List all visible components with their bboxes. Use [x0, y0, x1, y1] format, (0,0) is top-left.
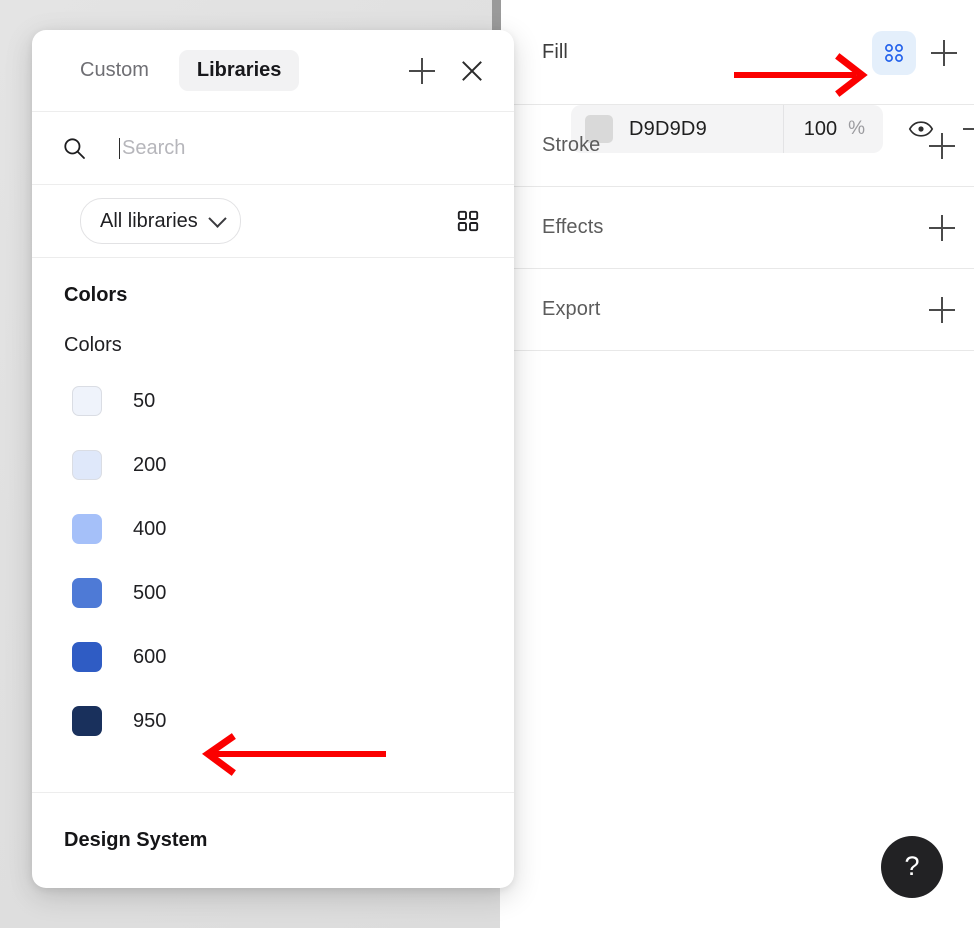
grid-view-icon [457, 210, 479, 232]
chevron-down-icon [208, 208, 227, 228]
section-fill: Fill D9D9D9 100 % [513, 0, 974, 153]
color-swatch-label: 400 [133, 517, 167, 540]
popover-header: Custom Libraries [32, 30, 514, 112]
search-placeholder: Search [122, 136, 186, 159]
fill-title: Fill [542, 41, 568, 63]
search-icon [64, 137, 85, 159]
search-input[interactable]: Search [87, 137, 514, 160]
color-swatch-label: 950 [133, 709, 167, 732]
tab-custom[interactable]: Custom [62, 50, 167, 91]
library-footer-title: Design System [64, 829, 208, 851]
section-stroke: Stroke [513, 105, 974, 187]
libraries-grid-icon [885, 43, 903, 62]
export-title: Export [542, 298, 601, 320]
library-filter-select[interactable]: All libraries [80, 198, 241, 244]
color-swatch[interactable] [72, 642, 102, 672]
plus-icon [929, 132, 955, 159]
library-group-title: Colors [64, 284, 128, 306]
properties-panel: Fill D9D9D9 100 % Stroke Effects Export [513, 0, 974, 928]
color-swatch[interactable] [72, 386, 102, 416]
fill-add-button[interactable] [922, 31, 966, 75]
search-bar: Search [32, 112, 514, 185]
effects-add-button[interactable] [920, 206, 964, 250]
list-item[interactable]: 200 [32, 433, 514, 497]
color-swatch[interactable] [72, 450, 102, 480]
tab-libraries[interactable]: Libraries [178, 50, 300, 91]
list-item[interactable]: 600 [32, 625, 514, 689]
text-caret [119, 137, 120, 159]
library-list[interactable]: Colors Colors 50 200 400 500 600 950 [32, 258, 514, 792]
effects-title: Effects [542, 216, 604, 238]
help-button[interactable]: ? [881, 836, 943, 898]
fill-header: Fill [513, 0, 974, 105]
close-icon [460, 59, 484, 83]
color-swatch-label: 50 [133, 389, 156, 412]
popover-add-button[interactable] [402, 51, 442, 91]
color-swatch-label: 600 [133, 645, 167, 668]
section-effects: Effects [513, 187, 974, 269]
color-swatch[interactable] [72, 514, 102, 544]
plus-icon [931, 39, 957, 66]
filter-bar: All libraries [32, 185, 514, 258]
popover-close-button[interactable] [452, 51, 492, 91]
grid-view-button[interactable] [448, 201, 488, 241]
question-mark-icon: ? [904, 850, 920, 881]
list-item[interactable]: 50 [32, 369, 514, 433]
plus-icon [409, 57, 435, 84]
fill-libraries-button[interactable] [872, 30, 916, 75]
color-swatch-label: 200 [133, 453, 167, 476]
list-item[interactable]: 400 [32, 497, 514, 561]
plus-icon [929, 214, 955, 241]
stroke-title: Stroke [542, 134, 601, 156]
section-export: Export [513, 269, 974, 351]
color-swatch-label: 500 [133, 581, 167, 604]
color-swatch[interactable] [72, 706, 102, 736]
plus-icon [929, 296, 955, 323]
library-footer[interactable]: Design System [32, 792, 514, 888]
library-subgroup-title: Colors [64, 334, 122, 356]
libraries-popover: Custom Libraries Search All libraries Co… [32, 30, 514, 888]
export-add-button[interactable] [920, 288, 964, 332]
list-item[interactable]: 500 [32, 561, 514, 625]
list-item[interactable]: 950 [32, 689, 514, 753]
stroke-add-button[interactable] [920, 124, 964, 168]
color-swatch[interactable] [72, 578, 102, 608]
library-filter-label: All libraries [100, 209, 198, 232]
